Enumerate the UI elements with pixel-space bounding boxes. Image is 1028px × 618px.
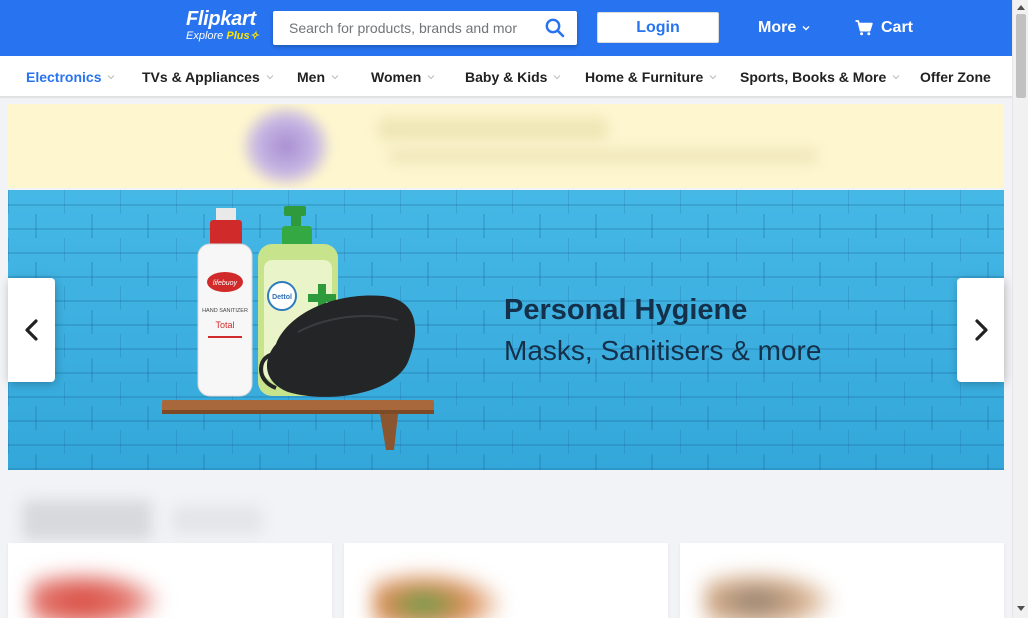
scrollbar-thumb[interactable] xyxy=(1016,14,1026,98)
category-label: Baby & Kids xyxy=(465,69,548,85)
category-baby-kids[interactable]: Baby & Kids xyxy=(465,69,561,85)
dettol-label: Dettol xyxy=(272,294,292,301)
banner-subtitle: Masks, Sanitisers & more xyxy=(504,335,822,366)
category-offer-zone[interactable]: Offer Zone xyxy=(920,69,991,85)
plus-icon: ✧ xyxy=(249,30,259,42)
deal-card[interactable] xyxy=(344,543,668,618)
category-label: Electronics xyxy=(26,69,102,85)
cart-label: Cart xyxy=(881,19,914,36)
category-nav: Electronics TVs & Appliances Men Women B… xyxy=(0,56,1012,97)
chevron-down-icon xyxy=(266,75,274,80)
category-label: Offer Zone xyxy=(920,69,991,85)
more-label: More xyxy=(758,19,797,36)
category-sports-books-more[interactable]: Sports, Books & More xyxy=(740,69,900,85)
section-title-placeholder xyxy=(22,500,152,540)
search-box xyxy=(273,11,577,45)
logo-tagline: Explore Plus✧ xyxy=(186,29,266,43)
chevron-right-icon xyxy=(974,319,988,341)
promo-text-placeholder xyxy=(388,148,818,164)
category-men[interactable]: Men xyxy=(297,69,339,85)
flipkart-logo[interactable]: Flipkart Explore Plus✧ xyxy=(186,9,266,45)
promo-image-placeholder xyxy=(240,104,332,188)
chevron-down-icon xyxy=(554,75,561,80)
carousel-next-button[interactable] xyxy=(957,278,1004,382)
chevron-down-icon xyxy=(427,75,435,80)
promo-text-placeholder xyxy=(378,118,608,140)
chevron-down-icon xyxy=(802,26,810,31)
search-icon[interactable] xyxy=(545,18,565,38)
category-home-furniture[interactable]: Home & Furniture xyxy=(585,69,717,85)
cart-link[interactable]: Cart xyxy=(855,19,913,37)
hero-banner[interactable]: lifebuoy HAND SANITIZER Total Dettol Per… xyxy=(8,190,1004,470)
carousel-prev-button[interactable] xyxy=(8,278,55,382)
logo-text: Flipkart xyxy=(186,8,256,30)
chevron-down-icon xyxy=(892,75,900,80)
deal-card-image-placeholder xyxy=(704,571,834,618)
sanitizer-label: HAND SANITIZER xyxy=(202,308,248,314)
category-label: Home & Furniture xyxy=(585,69,704,85)
chevron-down-icon xyxy=(331,75,339,80)
logo-tagline-explore: Explore xyxy=(186,30,224,42)
category-tvs-appliances[interactable]: TVs & Appliances xyxy=(142,69,274,85)
logo-tagline-plus: Plus xyxy=(226,30,250,42)
deal-card-image-placeholder xyxy=(30,571,160,618)
search-input[interactable] xyxy=(273,11,533,45)
cart-icon xyxy=(855,20,873,36)
login-button[interactable]: Login xyxy=(597,12,719,43)
total-label: Total xyxy=(215,320,234,330)
banner-title: Personal Hygiene xyxy=(504,294,748,326)
category-label: Women xyxy=(371,69,422,85)
scroll-down-arrow-icon[interactable] xyxy=(1017,606,1025,612)
chevron-down-icon xyxy=(709,75,717,80)
deal-card-image-placeholder xyxy=(372,571,502,618)
hygiene-products-illustration: lifebuoy HAND SANITIZER Total Dettol xyxy=(162,206,434,450)
chevron-left-icon xyxy=(24,319,38,341)
category-women[interactable]: Women xyxy=(371,69,435,85)
section-subtitle-placeholder xyxy=(172,506,262,534)
deal-card[interactable] xyxy=(8,543,332,618)
more-menu[interactable]: More xyxy=(758,19,810,37)
banner-text: Personal Hygiene Masks, Sanitisers & mor… xyxy=(504,290,821,372)
promo-strip-loading[interactable] xyxy=(8,104,1004,188)
scroll-up-arrow-icon[interactable] xyxy=(1017,4,1025,10)
category-label: TVs & Appliances xyxy=(142,69,260,85)
page-scrollbar[interactable] xyxy=(1012,0,1028,618)
category-electronics[interactable]: Electronics xyxy=(26,69,115,85)
chevron-down-icon xyxy=(108,75,115,80)
top-header: Flipkart Explore Plus✧ Login More Cart xyxy=(0,0,1012,56)
lifebuoy-label: lifebuoy xyxy=(213,280,238,287)
category-label: Sports, Books & More xyxy=(740,69,887,85)
deal-card[interactable] xyxy=(680,543,1004,618)
category-label: Men xyxy=(297,69,325,85)
